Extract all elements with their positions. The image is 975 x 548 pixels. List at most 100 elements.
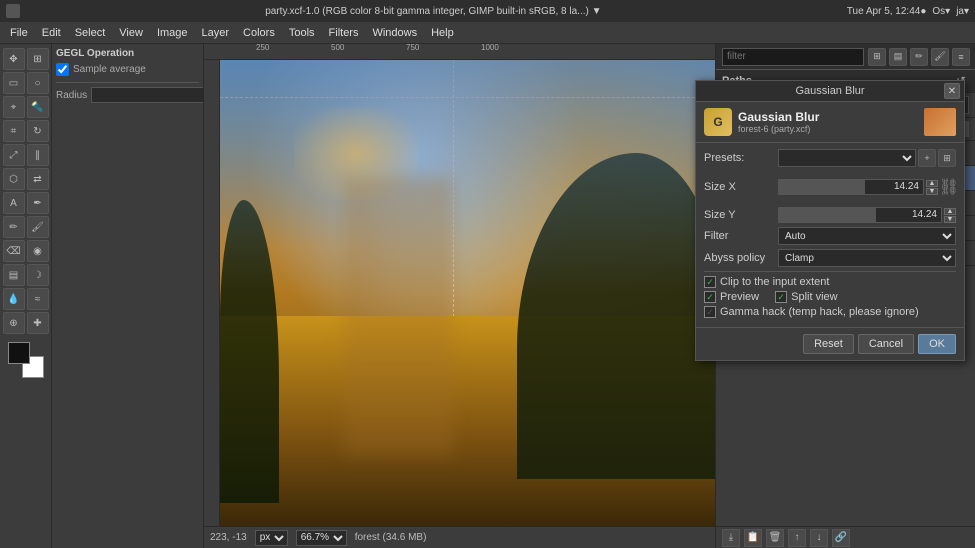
tool-options-header: GEGL Operation bbox=[56, 48, 199, 59]
size-x-spin-up[interactable]: ▲ bbox=[926, 180, 938, 187]
tool-smudge[interactable]: ≈ bbox=[27, 288, 49, 310]
presets-select[interactable] bbox=[778, 149, 916, 167]
size-y-spinners: ▲ ▼ bbox=[944, 208, 956, 223]
fg-bg-colors[interactable] bbox=[8, 342, 44, 378]
menu-colors[interactable]: Colors bbox=[237, 25, 281, 41]
layer-link-button[interactable]: 🔗 bbox=[832, 529, 850, 547]
size-y-value: 14.24 bbox=[912, 209, 937, 220]
bottom-tool-icons: ⤓ 📋 🗑 ↑ ↓ 🔗 bbox=[722, 529, 850, 547]
menu-select[interactable]: Select bbox=[69, 25, 112, 41]
gamma-hack-checkbox[interactable]: ✓ bbox=[704, 306, 716, 318]
menu-edit[interactable]: Edit bbox=[36, 25, 67, 41]
tool-pencil[interactable]: ✏ bbox=[3, 216, 25, 238]
tool-rotate[interactable]: ↻ bbox=[27, 120, 49, 142]
tool-text[interactable]: A bbox=[3, 192, 25, 214]
sample-average-checkbox[interactable] bbox=[56, 63, 69, 76]
tool-shear[interactable]: ∥ bbox=[27, 144, 49, 166]
abyss-policy-label: Abyss policy bbox=[704, 252, 774, 264]
menu-file[interactable]: File bbox=[4, 25, 34, 41]
dialog-header-sub: forest-6 (party.xcf) bbox=[738, 124, 918, 134]
tool-paint[interactable]: 🖌 bbox=[27, 216, 49, 238]
panel-icon-2[interactable]: ▤ bbox=[889, 48, 907, 66]
size-y-input-wrap: 14.24 ▲ ▼ bbox=[778, 207, 956, 223]
panel-icon-3[interactable]: ✏ bbox=[910, 48, 928, 66]
menu-tools[interactable]: Tools bbox=[283, 25, 321, 41]
sample-average-label: Sample average bbox=[73, 64, 146, 75]
tool-heal[interactable]: ✚ bbox=[27, 312, 49, 334]
tool-select-ellipse[interactable]: ○ bbox=[27, 72, 49, 94]
link-xy-icon[interactable]: ⛓ bbox=[942, 171, 956, 203]
tool-blur[interactable]: 💧 bbox=[3, 288, 25, 310]
split-view-checkbox[interactable]: ✓ bbox=[775, 291, 787, 303]
panel-icon-5[interactable]: ≡ bbox=[952, 48, 970, 66]
preview-checkbox[interactable]: ✓ bbox=[704, 291, 716, 303]
delete-layer-button[interactable]: 🗑 bbox=[766, 529, 784, 547]
zoom-select[interactable]: 66.7% bbox=[296, 530, 347, 546]
tool-perspective[interactable]: ⬡ bbox=[3, 168, 25, 190]
unit-select[interactable]: px bbox=[255, 530, 288, 546]
foreground-color[interactable] bbox=[8, 342, 30, 364]
size-y-spin-down[interactable]: ▼ bbox=[944, 216, 956, 223]
menu-image[interactable]: Image bbox=[151, 25, 194, 41]
cancel-button[interactable]: Cancel bbox=[858, 334, 914, 354]
canvas-area[interactable]: 250 500 750 1000 bbox=[204, 44, 715, 548]
tool-crop[interactable]: ⌗ bbox=[3, 120, 25, 142]
tool-dodge[interactable]: ☽ bbox=[27, 264, 49, 286]
panel-icon-1[interactable]: ⊞ bbox=[868, 48, 886, 66]
size-y-slider[interactable]: 14.24 bbox=[778, 207, 942, 223]
menu-help[interactable]: Help bbox=[425, 25, 460, 41]
tool-clone[interactable]: ⊕ bbox=[3, 312, 25, 334]
clip-checkbox-label: Clip to the input extent bbox=[720, 276, 829, 288]
tool-select-free[interactable]: ⌖ bbox=[3, 96, 25, 118]
add-preset-button[interactable]: + bbox=[918, 149, 936, 167]
tool-select-fuzzy[interactable]: 🔦 bbox=[27, 96, 49, 118]
menu-windows[interactable]: Windows bbox=[366, 25, 423, 41]
size-y-fill bbox=[779, 208, 876, 222]
tool-options-panel: GEGL Operation Sample average Radius 1 ▲… bbox=[52, 44, 204, 548]
new-layer-button[interactable]: ⤓ bbox=[722, 529, 740, 547]
tool-flip[interactable]: ⇄ bbox=[27, 168, 49, 190]
size-y-label: Size Y bbox=[704, 209, 774, 221]
ok-button[interactable]: OK bbox=[918, 334, 956, 354]
tool-move[interactable]: ✥ bbox=[3, 48, 25, 70]
preview-checkbox-label: Preview bbox=[720, 291, 759, 303]
tool-path[interactable]: ✒ bbox=[27, 192, 49, 214]
dialog-body: Presets: + ⊞ Size X 14.24 ▲ ▼ bbox=[696, 143, 964, 327]
dialog-close-button[interactable]: ✕ bbox=[944, 83, 960, 99]
tool-align[interactable]: ⊞ bbox=[27, 48, 49, 70]
panel-icon-4[interactable]: 🖌 bbox=[931, 48, 949, 66]
gamma-hack-label: Gamma hack (temp hack, please ignore) bbox=[720, 306, 919, 318]
tool-select-rect[interactable]: ▭ bbox=[3, 72, 25, 94]
tool-fill[interactable]: ◉ bbox=[27, 240, 49, 262]
datetime-label: Tue Apr 5, 12:44● bbox=[847, 6, 927, 17]
panel-icon-row: ⊞ ▤ ✏ 🖌 ≡ bbox=[868, 48, 970, 66]
reset-button[interactable]: Reset bbox=[803, 334, 854, 354]
size-x-row: Size X 14.24 ▲ ▼ ⛓ bbox=[704, 171, 956, 203]
layer-down-button[interactable]: ↓ bbox=[810, 529, 828, 547]
menu-layer[interactable]: Layer bbox=[196, 25, 236, 41]
tool-eraser[interactable]: ⌫ bbox=[3, 240, 25, 262]
filter-input[interactable] bbox=[722, 48, 864, 66]
tool-scale[interactable]: ⤢ bbox=[3, 144, 25, 166]
ruler-top-inner: 250 500 750 1000 bbox=[236, 44, 715, 59]
abyss-policy-select[interactable]: Clamp bbox=[778, 249, 956, 267]
canvas-image[interactable] bbox=[220, 60, 715, 526]
size-x-slider[interactable]: 14.24 bbox=[778, 179, 924, 195]
lang-label[interactable]: ja▾ bbox=[956, 6, 969, 17]
radius-input[interactable]: 1 bbox=[91, 87, 204, 103]
duplicate-layer-button[interactable]: 📋 bbox=[744, 529, 762, 547]
menu-view[interactable]: View bbox=[113, 25, 149, 41]
menu-filters[interactable]: Filters bbox=[323, 25, 365, 41]
filter-select[interactable]: Auto bbox=[778, 227, 956, 245]
size-y-spin-up[interactable]: ▲ bbox=[944, 208, 956, 215]
size-x-value: 14.24 bbox=[894, 181, 919, 192]
tool-gradient[interactable]: ▤ bbox=[3, 264, 25, 286]
os-label[interactable]: Os▾ bbox=[932, 6, 950, 17]
layer-up-button[interactable]: ↑ bbox=[788, 529, 806, 547]
size-x-input-wrap: 14.24 ▲ ▼ bbox=[778, 179, 938, 195]
dialog-preview-thumb bbox=[924, 108, 956, 136]
window-controls[interactable] bbox=[6, 4, 20, 18]
size-x-spin-down[interactable]: ▼ bbox=[926, 188, 938, 195]
manage-preset-button[interactable]: ⊞ bbox=[938, 149, 956, 167]
clip-checkbox[interactable]: ✓ bbox=[704, 276, 716, 288]
